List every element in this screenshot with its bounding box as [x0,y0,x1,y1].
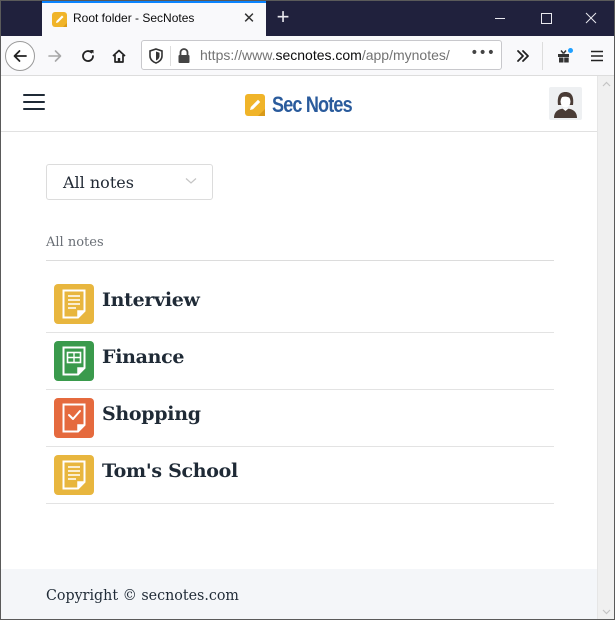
hamburger-line [23,108,45,110]
arrow-left-icon [13,50,27,62]
user-avatar[interactable] [549,87,582,120]
note-item[interactable]: Interview [46,276,554,333]
sidebar-toggle-button[interactable] [23,94,45,112]
minimize-icon [495,18,505,19]
browser-window: Root folder - SecNotes ✕ + https://www.s… [0,0,615,620]
notes-list: Interview Finance Shopping Tom's School [46,276,554,504]
hamburger-menu-icon [591,50,603,62]
url-prefix: https://www. [200,47,276,63]
document-icon [54,455,94,495]
close-icon [585,12,597,24]
note-item[interactable]: Finance [46,333,554,390]
note-title: Tom's School [102,460,238,482]
note-title: Shopping [102,403,201,425]
minimize-button[interactable] [477,1,523,36]
maximize-button[interactable] [523,1,569,36]
hamburger-line [23,94,45,96]
page-footer: Copyright © secnotes.com [1,569,597,619]
toolbar-separator [542,42,543,70]
navigation-toolbar: https://www.secnotes.com/app/mynotes/ ••… [1,36,614,76]
vertical-scrollbar[interactable] [597,76,614,619]
new-tab-button[interactable]: + [271,6,295,30]
scroll-up-button[interactable] [598,76,614,93]
app-header: Sec Notes [1,76,597,132]
note-item[interactable]: Shopping [46,390,554,447]
chevron-up-icon [602,81,611,87]
double-chevron-right-icon [517,50,529,62]
section-divider [46,260,554,261]
document-icon [54,284,94,324]
scroll-down-button[interactable] [598,603,614,619]
tab-title: Root folder - SecNotes [73,11,195,25]
address-bar[interactable]: https://www.secnotes.com/app/mynotes/ ••… [141,40,502,70]
note-pencil-icon [245,94,265,116]
section-heading: All notes [46,235,104,250]
notes-filter-select[interactable]: All notes [46,164,213,200]
lock-icon[interactable] [177,47,191,65]
chevron-down-icon [602,609,611,615]
note-pencil-icon [52,12,67,27]
reload-icon [82,50,94,62]
url-separator [170,46,171,66]
note-title: Interview [102,289,200,311]
page-actions-button[interactable]: ••• [470,45,495,61]
overflow-toolbar-button[interactable] [509,41,537,71]
page-content: Sec Notes All notes All notes Interview … [1,76,597,619]
tracking-shield-icon[interactable] [148,47,164,65]
close-window-button[interactable] [568,1,614,36]
whats-new-button[interactable] [551,41,579,71]
url-domain: secnotes.com [275,47,362,63]
hamburger-line [23,101,45,103]
filter-selected-value: All notes [63,173,134,192]
home-button[interactable] [104,41,134,71]
home-icon [112,49,126,63]
browser-tab-active[interactable]: Root folder - SecNotes ✕ [42,1,266,36]
checklist-icon [54,398,94,438]
note-item[interactable]: Tom's School [46,447,554,504]
back-button[interactable] [5,41,35,71]
url-path: /app/mynotes/ [361,47,450,63]
brand-logo[interactable]: Sec Notes [245,92,369,118]
title-bar: Root folder - SecNotes ✕ + [1,1,614,36]
chevron-down-icon [185,178,197,184]
copyright-text: Copyright © secnotes.com [46,586,239,604]
forward-button[interactable] [40,41,70,71]
url-text[interactable]: https://www.secnotes.com/app/mynotes/ [200,47,450,63]
spreadsheet-icon [54,341,94,381]
app-menu-button[interactable] [583,41,611,71]
reload-button[interactable] [73,41,103,71]
gift-icon [558,48,573,63]
brand-name: Sec Notes [272,92,353,117]
maximize-icon [541,13,552,24]
user-female-icon [554,92,577,118]
note-title: Finance [102,346,185,368]
arrow-right-icon [48,50,62,62]
tab-close-button[interactable]: ✕ [240,9,258,27]
